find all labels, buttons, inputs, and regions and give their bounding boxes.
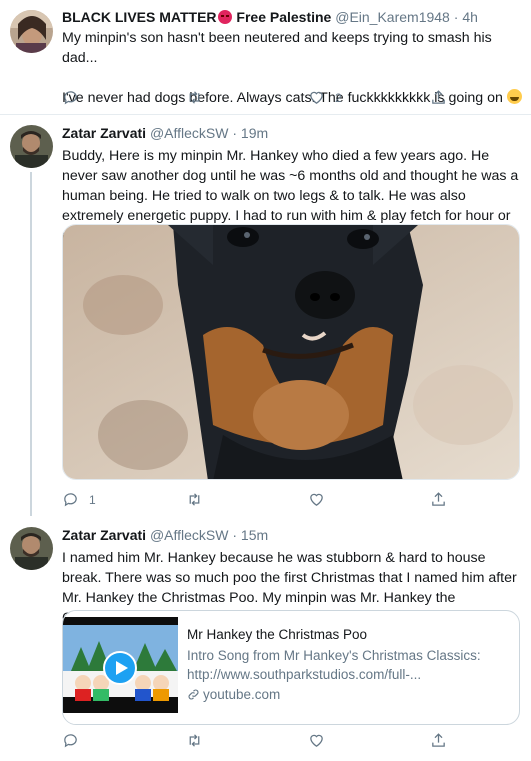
card-title: Mr Hankey the Christmas Poo bbox=[187, 627, 368, 642]
user-handle[interactable]: @Ein_Karem1948 bbox=[335, 9, 450, 25]
retweet-button[interactable] bbox=[186, 491, 213, 508]
like-icon bbox=[310, 734, 323, 747]
reply-icon bbox=[64, 734, 77, 748]
like-icon bbox=[310, 493, 323, 506]
avatar[interactable] bbox=[10, 125, 53, 168]
share-icon bbox=[432, 90, 445, 104]
play-icon[interactable] bbox=[103, 651, 137, 685]
separator-dot: · bbox=[232, 125, 238, 141]
tweet-text-line: My minpin's son hasn't been neutered and… bbox=[62, 30, 492, 66]
angry-face-icon bbox=[217, 10, 232, 24]
thread-line bbox=[30, 172, 32, 516]
avatar[interactable] bbox=[10, 10, 53, 53]
user-handle[interactable]: @AffleckSW bbox=[150, 125, 229, 141]
retweet-button[interactable] bbox=[186, 732, 213, 749]
like-button[interactable] bbox=[308, 491, 335, 508]
share-button[interactable] bbox=[430, 732, 447, 749]
like-button[interactable]: 2 bbox=[308, 89, 342, 106]
retweet-button[interactable] bbox=[186, 89, 213, 106]
tweet-photo[interactable] bbox=[62, 224, 520, 480]
like-count: 2 bbox=[335, 90, 342, 105]
link-card[interactable]: Mr Hankey the Christmas Poo Intro Song f… bbox=[62, 610, 520, 725]
laughing-face-icon bbox=[506, 89, 522, 104]
retweet-icon bbox=[189, 493, 200, 506]
card-domain: youtube.com bbox=[203, 687, 281, 702]
link-icon bbox=[188, 689, 199, 700]
share-button[interactable] bbox=[430, 89, 447, 106]
tweet-2[interactable]: Zatar Zarvati @AffleckSW · 19m Buddy, He… bbox=[0, 115, 531, 516]
reply-button[interactable]: 1 bbox=[62, 491, 96, 508]
display-name[interactable]: Zatar Zarvati bbox=[62, 125, 146, 141]
tweet-3[interactable]: Zatar Zarvati @AffleckSW · 15m I named h… bbox=[0, 517, 531, 761]
retweet-icon bbox=[189, 91, 200, 104]
card-thumbnail bbox=[63, 611, 178, 724]
like-icon bbox=[310, 91, 323, 104]
timestamp[interactable]: 15m bbox=[241, 527, 268, 543]
tweet-actions bbox=[62, 732, 462, 752]
tweet-header: Zatar Zarvati @AffleckSW · 15m bbox=[62, 527, 521, 545]
tweet-actions: 1 bbox=[62, 491, 462, 511]
card-link: youtube.com bbox=[187, 685, 507, 704]
reply-icon bbox=[64, 91, 77, 105]
reply-button[interactable] bbox=[62, 732, 89, 749]
retweet-icon bbox=[189, 734, 200, 747]
card-description: Intro Song from Mr Hankey's Christmas Cl… bbox=[187, 648, 481, 682]
reply-button[interactable] bbox=[62, 89, 89, 106]
like-button[interactable] bbox=[308, 732, 335, 749]
display-name[interactable]: Zatar Zarvati bbox=[62, 527, 146, 543]
share-icon bbox=[432, 492, 445, 506]
avatar[interactable] bbox=[10, 527, 53, 570]
tweet-actions: 2 bbox=[62, 89, 462, 109]
reply-count: 1 bbox=[89, 492, 96, 507]
display-name-suffix[interactable]: Free Palestine bbox=[236, 9, 331, 25]
separator-dot: · bbox=[232, 527, 238, 543]
share-icon bbox=[432, 733, 445, 747]
reply-icon bbox=[64, 493, 77, 507]
timestamp[interactable]: 4h bbox=[462, 9, 478, 25]
tweet-header: Zatar Zarvati @AffleckSW · 19m bbox=[62, 125, 521, 143]
user-handle[interactable]: @AffleckSW bbox=[150, 527, 229, 543]
display-name[interactable]: BLACK LIVES MATTER bbox=[62, 9, 217, 25]
card-text: Mr Hankey the Christmas Poo Intro Song f… bbox=[187, 625, 507, 704]
timestamp[interactable]: 19m bbox=[241, 125, 268, 141]
share-button[interactable] bbox=[430, 491, 447, 508]
separator-dot: · bbox=[453, 9, 459, 25]
tweet-1[interactable]: BLACK LIVES MATTER Free Palestine @Ein_K… bbox=[0, 0, 531, 114]
tweet-header: BLACK LIVES MATTER Free Palestine @Ein_K… bbox=[62, 9, 521, 27]
